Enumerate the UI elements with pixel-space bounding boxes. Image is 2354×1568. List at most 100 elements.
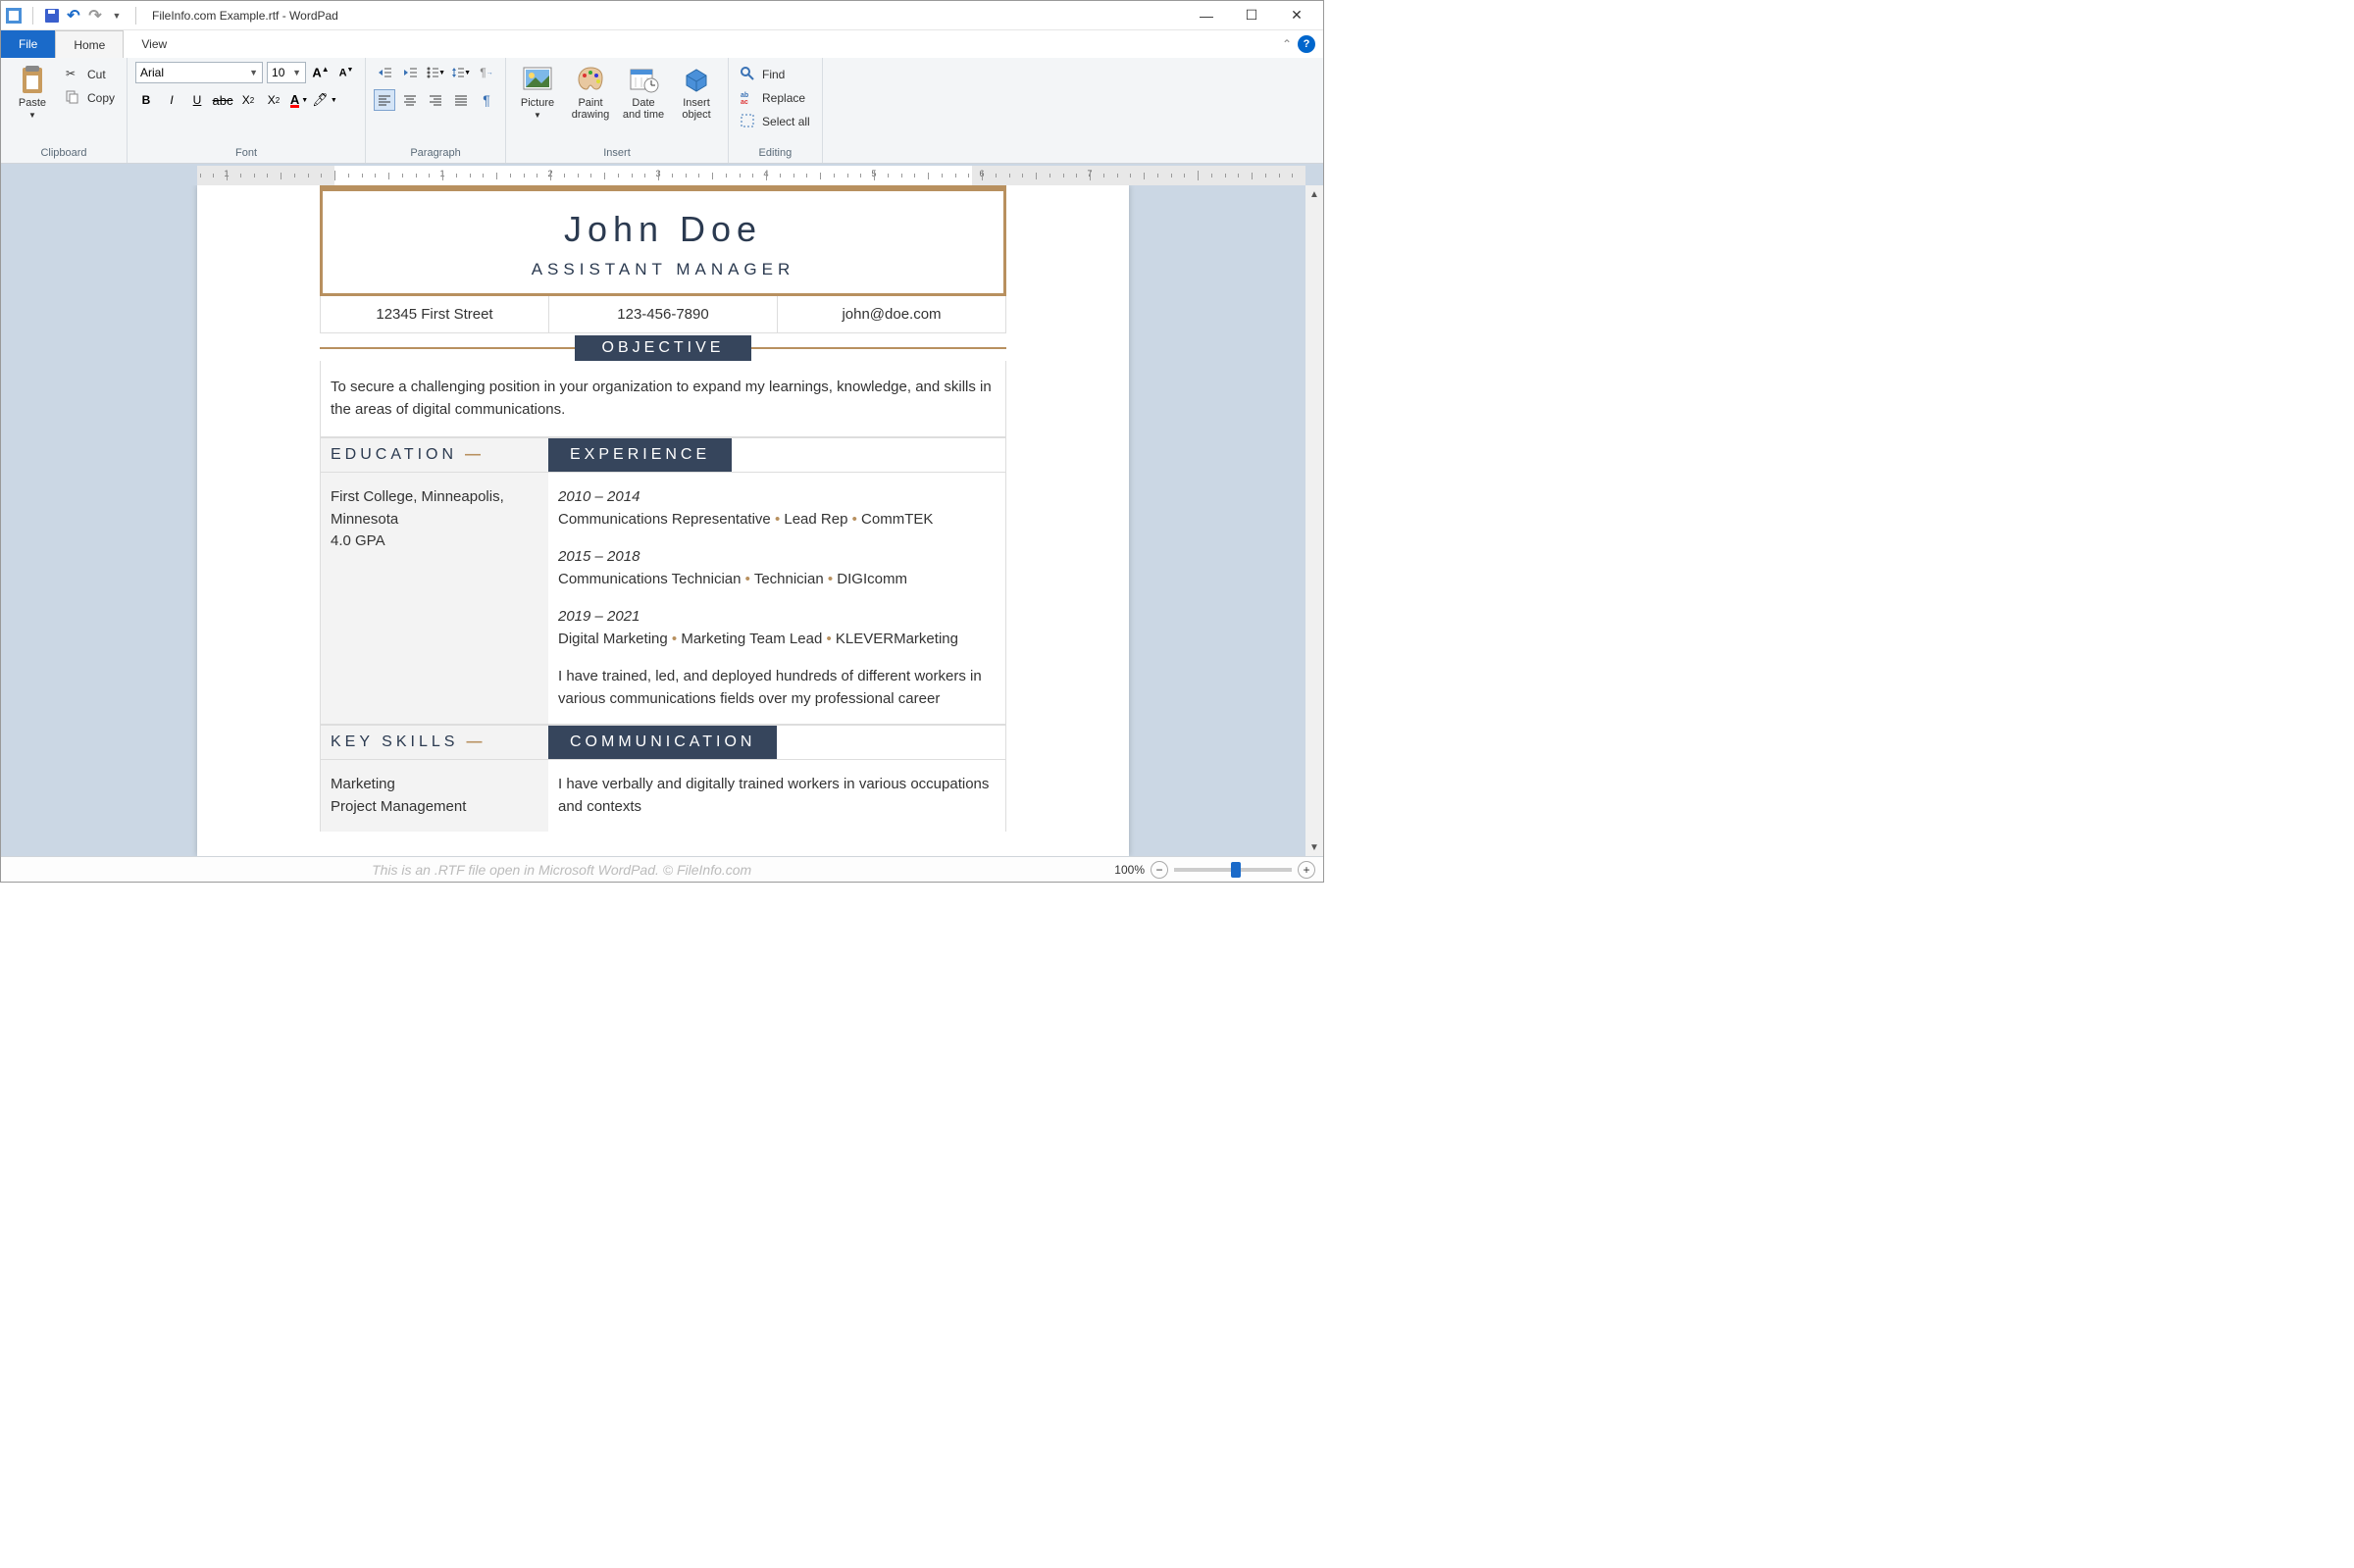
qat-dropdown-icon[interactable]: ▼ <box>108 7 126 25</box>
find-button[interactable]: Find <box>737 64 789 85</box>
group-paragraph: ▼ ▼ ¶→ ¶ Paragraph <box>366 58 506 163</box>
align-center-button[interactable] <box>399 89 421 111</box>
ruler[interactable]: 11234567 <box>197 166 1305 185</box>
insert-object-button[interactable]: Insert object <box>673 62 720 123</box>
objective-label: OBJECTIVE <box>575 335 752 361</box>
picture-icon <box>522 64 553 95</box>
contact-email: john@doe.com <box>778 296 1005 332</box>
experience-item: 2015 – 2018Communications Technician • T… <box>558 546 996 590</box>
group-label-clipboard: Clipboard <box>9 145 119 161</box>
strike-button[interactable]: abc <box>212 89 233 111</box>
contact-phone: 123-456-7890 <box>549 296 778 332</box>
education-school: First College, Minneapolis, Minnesota <box>331 486 538 531</box>
skill-item: Marketing <box>331 774 538 796</box>
object-icon <box>681 64 712 95</box>
experience-item: 2019 – 2021Digital Marketing • Marketing… <box>558 606 996 650</box>
vertical-scrollbar[interactable]: ▲ ▼ <box>1305 185 1323 856</box>
decrease-indent-button[interactable] <box>374 62 395 83</box>
scroll-up-icon[interactable]: ▲ <box>1305 185 1323 203</box>
skill-item: Project Management <box>331 796 538 819</box>
resume-name: John Doe <box>323 209 1003 250</box>
skills-comm-head: KEY SKILLS— COMMUNICATION <box>320 725 1006 760</box>
edu-exp-body: First College, Minneapolis, Minnesota 4.… <box>320 473 1006 725</box>
zoom-in-button[interactable]: + <box>1298 861 1315 879</box>
tab-home[interactable]: Home <box>55 30 124 58</box>
ribbon: Paste▼ ✂Cut Copy Clipboard Arial▼ 10▼ A▲… <box>1 58 1323 164</box>
resume-document: John Doe ASSISTANT MANAGER 12345 First S… <box>320 185 1006 832</box>
date-time-button[interactable]: Date and time <box>620 62 667 123</box>
copy-button[interactable]: Copy <box>62 87 119 109</box>
edu-exp-head: EDUCATION— EXPERIENCE <box>320 437 1006 473</box>
find-icon <box>741 67 756 82</box>
document-area: 11234567 John Doe ASSISTANT MANAGER 1234… <box>1 164 1323 856</box>
replace-button[interactable]: abacReplace <box>737 87 809 109</box>
scroll-down-icon[interactable]: ▼ <box>1305 838 1323 856</box>
group-label-paragraph: Paragraph <box>374 145 497 161</box>
maximize-button[interactable]: ☐ <box>1229 1 1274 30</box>
font-color-button[interactable]: A▼ <box>288 89 310 111</box>
education-gpa: 4.0 GPA <box>331 531 538 553</box>
save-icon[interactable] <box>43 7 61 25</box>
education-label: EDUCATION <box>331 446 457 464</box>
paint-drawing-button[interactable]: Paint drawing <box>567 62 614 123</box>
skills-label: KEY SKILLS <box>331 733 458 751</box>
shrink-font-button[interactable]: A▼ <box>335 62 357 83</box>
group-editing: Find abacReplace Select all Editing <box>729 58 823 163</box>
group-label-editing: Editing <box>737 145 814 161</box>
select-all-button[interactable]: Select all <box>737 111 814 132</box>
font-name-combo[interactable]: Arial▼ <box>135 62 263 83</box>
minimize-button[interactable]: — <box>1184 1 1229 30</box>
calendar-icon <box>628 64 659 95</box>
grow-font-button[interactable]: A▲ <box>310 62 332 83</box>
resume-header: John Doe ASSISTANT MANAGER <box>320 185 1006 296</box>
scissors-icon: ✂ <box>66 67 81 82</box>
collapse-ribbon-icon[interactable]: ⌃ <box>1282 37 1292 51</box>
wordpad-window: ↶ ↷ ▼ FileInfo.com Example.rtf - WordPad… <box>0 0 1324 883</box>
highlighter-icon: 🖊 <box>312 92 329 108</box>
bullets-button[interactable]: ▼ <box>425 62 446 83</box>
increase-indent-button[interactable] <box>399 62 421 83</box>
line-spacing-button[interactable]: ▼ <box>450 62 472 83</box>
experience-item: 2010 – 2014Communications Representative… <box>558 486 996 531</box>
align-right-button[interactable] <box>425 89 446 111</box>
svg-text:ac: ac <box>741 99 748 104</box>
copy-icon <box>66 90 81 106</box>
zoom-slider[interactable] <box>1174 868 1292 872</box>
cut-button[interactable]: ✂Cut <box>62 64 119 85</box>
undo-icon[interactable]: ↶ <box>65 7 82 25</box>
tab-view[interactable]: View <box>124 30 184 58</box>
page[interactable]: John Doe ASSISTANT MANAGER 12345 First S… <box>197 185 1129 856</box>
group-label-font: Font <box>135 145 357 161</box>
paste-button[interactable]: Paste▼ <box>9 62 56 123</box>
contact-row: 12345 First Street 123-456-7890 john@doe… <box>320 296 1006 333</box>
bold-button[interactable]: B <box>135 89 157 111</box>
highlight-button[interactable]: 🖊▼ <box>314 89 335 111</box>
justify-button[interactable] <box>450 89 472 111</box>
experience-label: EXPERIENCE <box>548 438 732 472</box>
redo-icon[interactable]: ↷ <box>86 7 104 25</box>
superscript-button[interactable]: X2 <box>263 89 284 111</box>
zoom-out-button[interactable]: − <box>1151 861 1168 879</box>
status-bar: This is an .RTF file open in Microsoft W… <box>1 856 1323 882</box>
close-button[interactable]: ✕ <box>1274 1 1319 30</box>
resume-title: ASSISTANT MANAGER <box>323 260 1003 279</box>
watermark-text: This is an .RTF file open in Microsoft W… <box>9 862 1114 878</box>
paragraph-dialog-button[interactable]: ¶ <box>476 89 497 111</box>
tab-file[interactable]: File <box>1 30 55 58</box>
help-icon[interactable]: ? <box>1298 35 1315 53</box>
select-all-icon <box>741 114 756 129</box>
font-size-combo[interactable]: 10▼ <box>267 62 306 83</box>
subscript-button[interactable]: X2 <box>237 89 259 111</box>
palette-icon <box>575 64 606 95</box>
italic-button[interactable]: I <box>161 89 182 111</box>
communication-text: I have verbally and digitally trained wo… <box>548 760 1005 832</box>
group-insert: Picture▼ Paint drawing Date and time Ins… <box>506 58 729 163</box>
picture-button[interactable]: Picture▼ <box>514 62 561 123</box>
underline-button[interactable]: U <box>186 89 208 111</box>
title-bar: ↶ ↷ ▼ FileInfo.com Example.rtf - WordPad… <box>1 1 1323 30</box>
contact-address: 12345 First Street <box>321 296 549 332</box>
window-title: FileInfo.com Example.rtf - WordPad <box>142 9 1184 23</box>
paragraph-marks-button[interactable]: ¶→ <box>476 62 497 83</box>
align-left-button[interactable] <box>374 89 395 111</box>
replace-icon: abac <box>741 90 756 106</box>
